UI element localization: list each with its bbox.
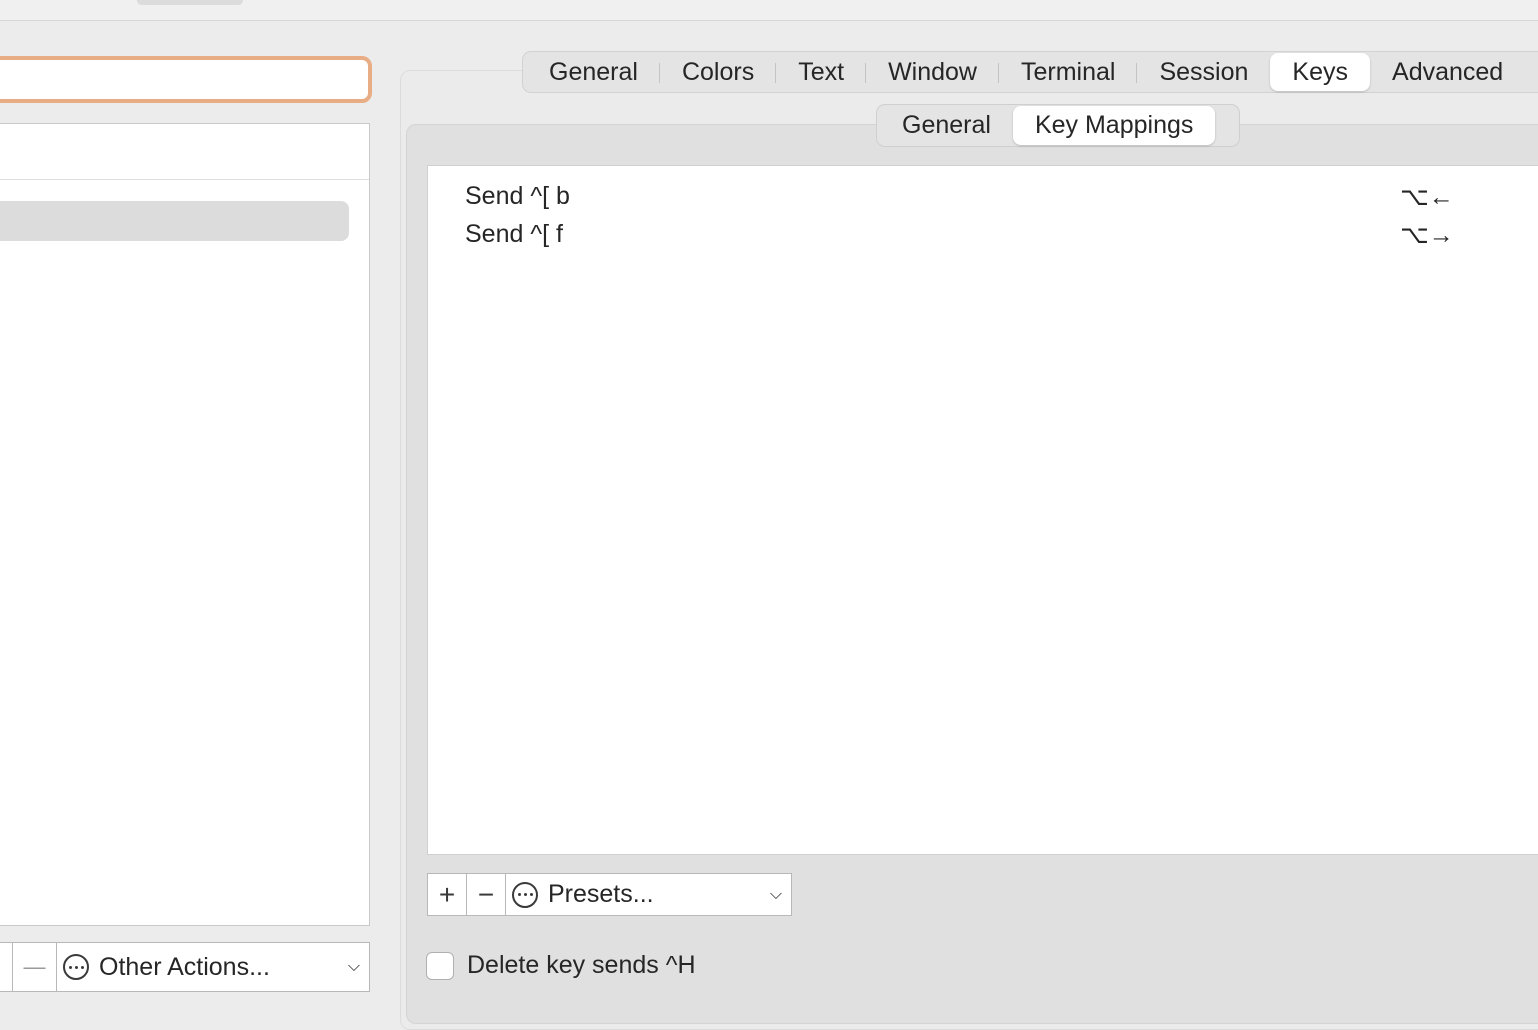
mapping-shortcut: ⌥← bbox=[1400, 183, 1454, 211]
delete-key-sends-ctrl-h-row[interactable]: Delete key sends ^H bbox=[426, 951, 696, 980]
tab-window[interactable]: Window bbox=[866, 53, 999, 91]
window-title-bar bbox=[0, 0, 1538, 21]
tab-terminal[interactable]: Terminal bbox=[999, 53, 1138, 91]
profile-search-input[interactable] bbox=[0, 56, 372, 103]
chevron-down-icon: ⌵ bbox=[769, 885, 783, 903]
main-tab-bar: General Colors Text Window Terminal Session Ke… bbox=[522, 51, 1538, 93]
subtab-key-mappings[interactable]: Key Mappings bbox=[1012, 106, 1216, 145]
chevron-down-icon: ⌵ bbox=[347, 958, 361, 975]
tab-session[interactable]: Session bbox=[1137, 53, 1270, 91]
remove-profile-button[interactable]: — bbox=[13, 943, 57, 991]
delete-key-sends-ctrl-h-label: Delete key sends ^H bbox=[467, 951, 696, 979]
mapping-action: Send ^[ b bbox=[465, 182, 570, 210]
sub-tab-bar: General Key Mappings bbox=[876, 104, 1240, 147]
remove-mapping-button[interactable]: − bbox=[467, 874, 506, 915]
add-profile-button[interactable] bbox=[0, 943, 13, 991]
mapping-action: Send ^[ f bbox=[465, 220, 563, 248]
key-mapping-row[interactable]: Send ^[ f ⌥→ bbox=[428, 214, 1538, 252]
key-mappings-table[interactable]: Send ^[ b ⌥← Send ^[ f ⌥→ bbox=[427, 165, 1538, 855]
ellipsis-icon bbox=[512, 881, 538, 908]
tab-keys[interactable]: Keys bbox=[1270, 53, 1371, 91]
subtab-general[interactable]: General bbox=[880, 106, 1013, 145]
other-actions-label: Other Actions... bbox=[99, 952, 270, 981]
profile-list-toolbar: — Other Actions... ⌵ bbox=[0, 942, 370, 992]
tab-text[interactable]: Text bbox=[776, 53, 866, 91]
key-mappings-toolbar: + − Presets... ⌵ bbox=[427, 873, 792, 916]
mapping-shortcut: ⌥→ bbox=[1400, 221, 1454, 249]
key-mapping-row[interactable]: Send ^[ b ⌥← bbox=[428, 176, 1538, 214]
profile-list-selected-row[interactable] bbox=[0, 201, 349, 241]
other-actions-dropdown[interactable]: Other Actions... ⌵ bbox=[57, 943, 369, 991]
tab-general[interactable]: General bbox=[527, 53, 660, 91]
title-bar-control[interactable] bbox=[137, 0, 243, 5]
profile-list-header bbox=[0, 124, 369, 180]
presets-label: Presets... bbox=[548, 880, 654, 908]
profile-list[interactable] bbox=[0, 123, 370, 926]
tab-colors[interactable]: Colors bbox=[660, 53, 777, 91]
delete-key-sends-ctrl-h-checkbox[interactable] bbox=[426, 951, 454, 980]
ellipsis-icon bbox=[63, 954, 89, 980]
presets-dropdown[interactable]: Presets... ⌵ bbox=[506, 874, 791, 915]
tab-advanced[interactable]: Advanced bbox=[1370, 53, 1525, 91]
add-mapping-button[interactable]: + bbox=[428, 874, 467, 915]
